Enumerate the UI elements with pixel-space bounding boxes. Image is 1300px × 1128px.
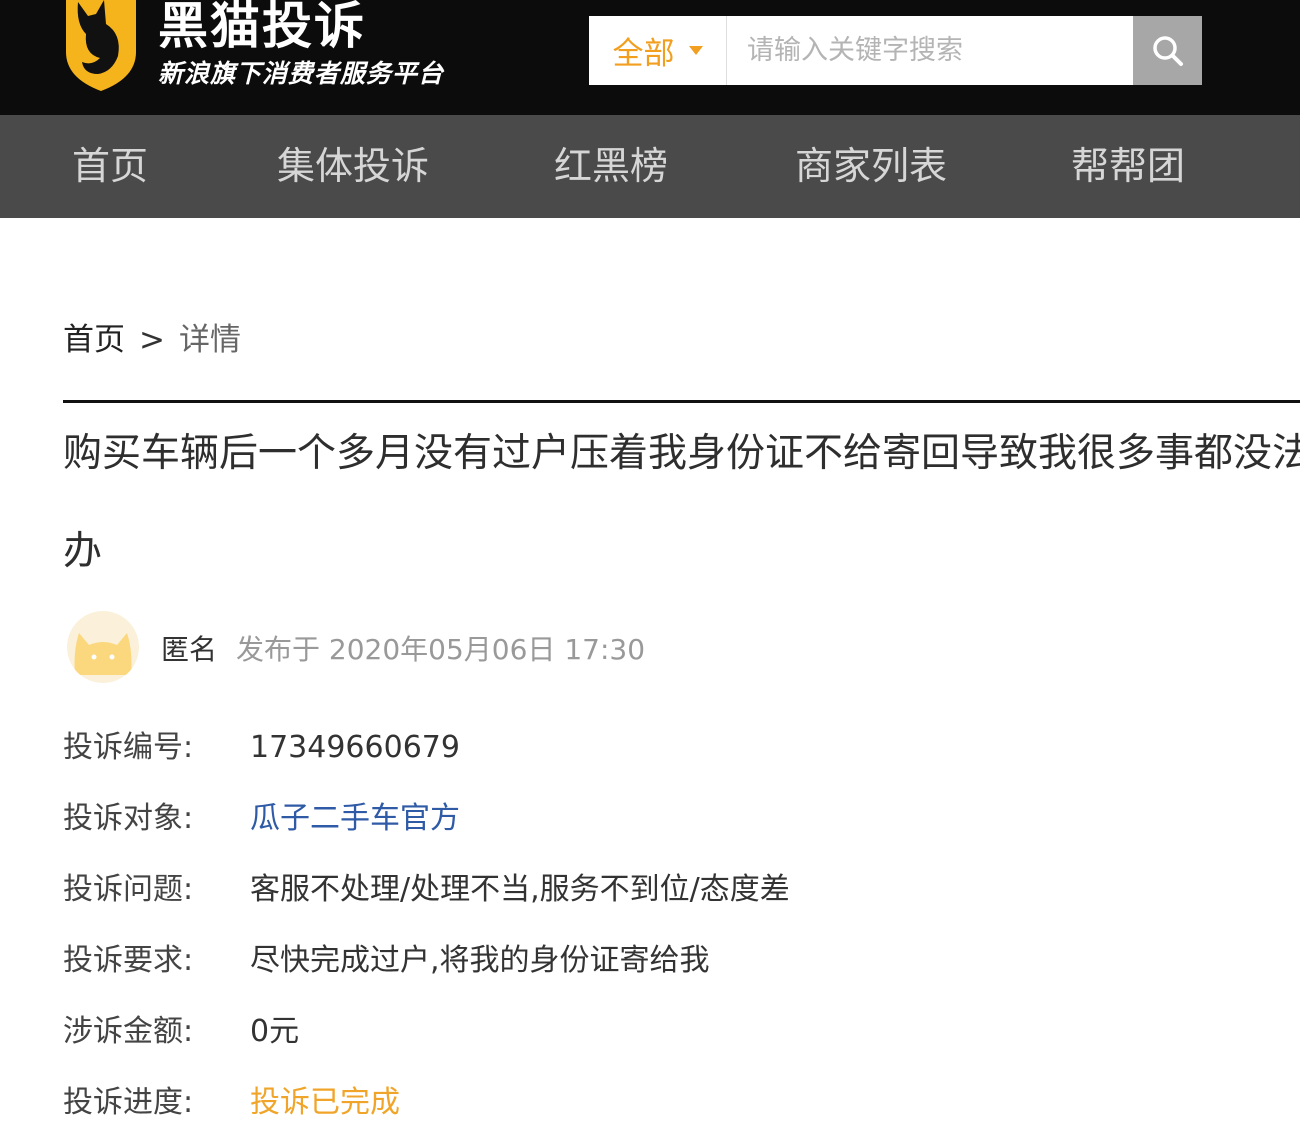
logo-subtitle: 新浪旗下消费者服务平台 [158, 59, 445, 88]
field-label-amount: 涉诉金额: [63, 1014, 194, 1049]
field-value-amount: 0元 [250, 1014, 300, 1049]
cat-avatar-icon [74, 633, 132, 675]
field-value-complaint-target-link[interactable]: 瓜子二手车官方 [250, 797, 460, 841]
field-value-complaint-issue: 客服不处理/处理不当,服务不到位/态度差 [250, 872, 790, 907]
nav-item-help-group[interactable]: 帮帮团 [1071, 115, 1185, 218]
search-button[interactable] [1133, 16, 1202, 85]
field-label-complaint-target: 投诉对象: [63, 801, 194, 836]
search-bar: 全部 [589, 16, 1202, 85]
nav-item-home[interactable]: 首页 [72, 115, 148, 218]
field-label-progress: 投诉进度: [63, 1085, 194, 1120]
caret-down-icon [688, 46, 703, 55]
complaint-title-line-1: 购买车辆后一个多月没有过户压着我身份证不给寄回导致我很多事都没法 [63, 431, 1300, 476]
search-scope-dropdown[interactable]: 全部 [589, 16, 727, 85]
field-value-progress-status: 投诉已完成 [250, 1085, 400, 1120]
search-scope-label: 全部 [612, 36, 675, 72]
field-label-complaint-demand: 投诉要求: [63, 943, 194, 978]
breadcrumb: 首页 > 详情 [63, 318, 241, 362]
black-cat-shield-icon[interactable] [62, 0, 140, 92]
complaint-title-line-2: 办 [63, 529, 103, 574]
avatar [67, 611, 139, 683]
main-nav: 首页 集体投诉 红黑榜 商家列表 帮帮团 [0, 115, 1300, 218]
publish-time: 发布于 2020年05月06日 17:30 [236, 633, 646, 666]
complaint-title: 购买车辆后一个多月没有过户压着我身份证不给寄回导致我很多事都没法 办 [63, 418, 1300, 596]
logo-title[interactable]: 黑猫投诉 [158, 0, 366, 56]
field-value-complaint-demand: 尽快完成过户,将我的身份证寄给我 [250, 943, 710, 978]
title-divider [63, 400, 1300, 403]
breadcrumb-separator: > [139, 322, 165, 358]
nav-item-merchant-list[interactable]: 商家列表 [795, 115, 947, 218]
top-header: 黑猫投诉 新浪旗下消费者服务平台 全部 [0, 0, 1300, 115]
search-icon [1152, 35, 1183, 66]
nav-item-collective-complaints[interactable]: 集体投诉 [277, 115, 429, 218]
search-input[interactable] [727, 16, 1133, 85]
breadcrumb-current: 详情 [178, 322, 241, 358]
nav-item-red-black-list[interactable]: 红黑榜 [554, 115, 668, 218]
field-value-complaint-id: 17349660679 [250, 730, 460, 765]
field-label-complaint-id: 投诉编号: [63, 730, 194, 765]
author-name: 匿名 [161, 633, 218, 666]
breadcrumb-home-link[interactable]: 首页 [63, 322, 125, 358]
field-label-complaint-issue: 投诉问题: [63, 872, 194, 907]
